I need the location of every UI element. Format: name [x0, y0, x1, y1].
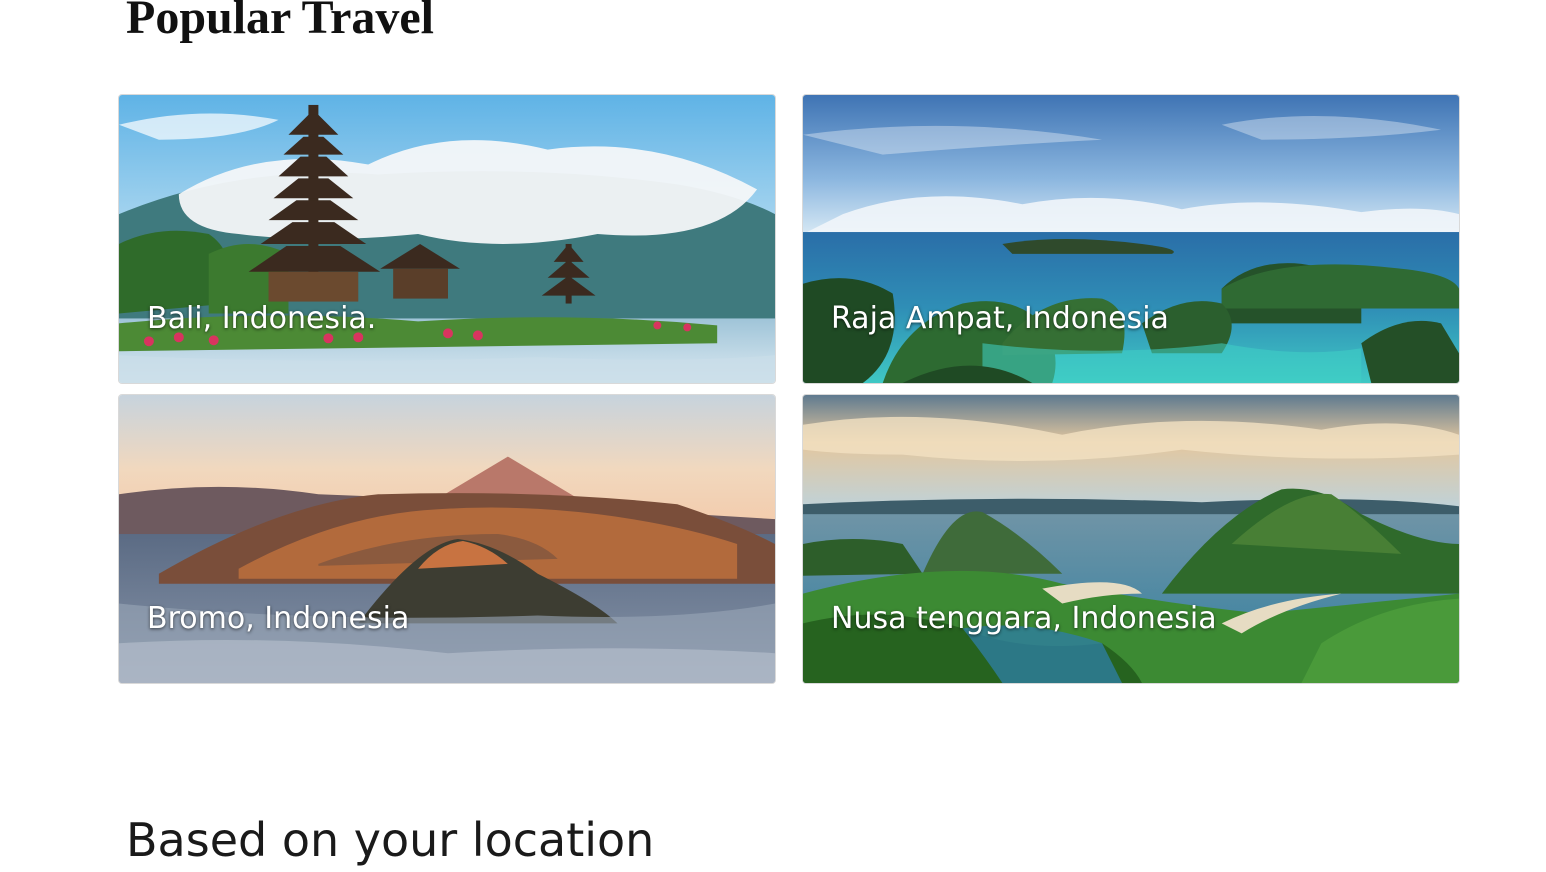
- nusa-tenggara-hills-photo: [803, 395, 1459, 683]
- bromo-volcano-photo: [119, 395, 775, 683]
- destination-label: Bali, Indonesia.: [147, 301, 377, 336]
- based-on-location-heading: Based on your location: [126, 813, 655, 867]
- raja-ampat-islands-photo: [803, 95, 1459, 383]
- destination-card-bali[interactable]: Bali, Indonesia.: [118, 94, 776, 384]
- destination-label: Bromo, Indonesia: [147, 601, 410, 636]
- destination-label: Raja Ampat, Indonesia: [831, 301, 1169, 336]
- destination-card-raja-ampat[interactable]: Raja Ampat, Indonesia: [802, 94, 1460, 384]
- popular-travel-grid: Bali, Indonesia. Raja Ampat, Indonesia B…: [118, 94, 1462, 684]
- popular-travel-heading: Popular Travel: [126, 0, 435, 44]
- destination-label: Nusa tenggara, Indonesia: [831, 601, 1217, 636]
- destination-card-nusa-tenggara[interactable]: Nusa tenggara, Indonesia: [802, 394, 1460, 684]
- bali-temple-photo: [119, 95, 775, 383]
- destination-card-bromo[interactable]: Bromo, Indonesia: [118, 394, 776, 684]
